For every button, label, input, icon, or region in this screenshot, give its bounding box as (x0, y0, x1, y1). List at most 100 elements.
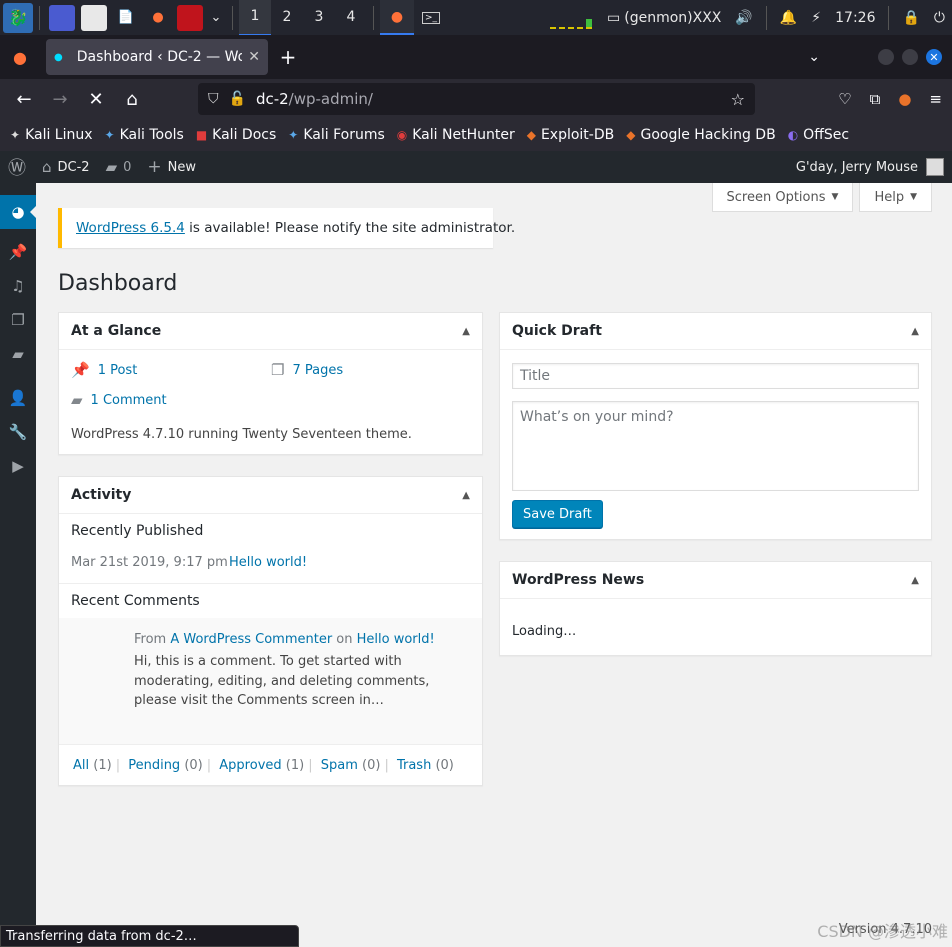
new-label: New (167, 159, 197, 175)
workspace-4[interactable]: 4 (335, 0, 367, 35)
media-menu-icon[interactable]: ♫ (0, 269, 36, 303)
forward-button[interactable]: → (42, 89, 78, 110)
file-manager-icon[interactable] (81, 4, 107, 31)
browser-tab-dashboard[interactable]: ● Dashboard ‹ DC-2 — WordPress ✕ (46, 39, 268, 75)
my-account-menu[interactable]: G'day, Jerry Mouse (796, 158, 952, 176)
comment-item: From A WordPress Commenter on Hello worl… (59, 618, 482, 744)
filter-spam-link[interactable]: Spam (321, 758, 358, 773)
bookmark-kali-docs[interactable]: ■ Kali Docs (196, 127, 276, 143)
wp-admin-sidebar: ◕ 📌 ♫ ❐ ▰ 👤 🔧 ▶ (0, 183, 36, 947)
tab-close-icon[interactable]: ✕ (248, 49, 260, 65)
genmon-widget[interactable]: ▭ (genmon)XXX (607, 10, 721, 26)
list-all-tabs-icon[interactable]: ⌄ (808, 49, 820, 65)
toggle-arrow-icon[interactable]: ▲ (911, 575, 919, 586)
widget-header[interactable]: At a Glance ▲ (59, 313, 482, 350)
posts-menu-icon[interactable]: 📌 (0, 235, 36, 269)
draft-content-textarea[interactable]: What’s on your mind? (512, 401, 919, 491)
glance-posts[interactable]: 📌 1 Post (71, 361, 137, 379)
back-button[interactable]: ← (6, 89, 42, 110)
widget-header[interactable]: Activity ▲ (59, 477, 482, 514)
power-manager-icon[interactable]: ⚡ (811, 10, 821, 26)
pocket-icon[interactable]: ♡ (838, 90, 851, 108)
comment-post-link[interactable]: Hello world! (357, 632, 435, 647)
bookmark-offsec[interactable]: ◐ OffSec (788, 127, 849, 143)
help-button[interactable]: Help ▼ (859, 183, 932, 212)
close-window-button[interactable]: ✕ (926, 49, 942, 65)
insecure-lock-icon[interactable]: 🔓 (229, 91, 246, 107)
draft-title-input[interactable]: Title (512, 363, 919, 389)
bookmark-kali-forums[interactable]: ✦ Kali Forums (288, 127, 385, 143)
filter-all-link[interactable]: All (73, 758, 89, 773)
bookmark-star-icon[interactable]: ☆ (731, 90, 745, 109)
comment-author-link[interactable]: A WordPress Commenter (170, 632, 332, 647)
bookmark-kali-linux[interactable]: ✦ Kali Linux (10, 127, 93, 143)
toggle-arrow-icon[interactable]: ▲ (911, 326, 919, 337)
activity-widget: Activity ▲ Recently Published Mar 21st 20… (58, 476, 483, 786)
bookmark-exploit-db[interactable]: ◆ Exploit-DB (527, 127, 615, 143)
terminal-window-button[interactable]: >_ (414, 0, 448, 35)
logout-icon[interactable]: ⏻ (934, 10, 945, 26)
screen-options-button[interactable]: Screen Options ▼ (711, 183, 854, 212)
post-link[interactable]: Hello world! (229, 555, 307, 570)
home-icon: ⌂ (42, 158, 52, 176)
widget-header[interactable]: WordPress News ▲ (500, 562, 931, 599)
divider (59, 744, 482, 745)
widget-header[interactable]: Quick Draft ▲ (500, 313, 931, 350)
post-date: Mar 21st 2019, 9:17 pm (71, 555, 228, 570)
firefox-window-button[interactable]: ● (380, 0, 414, 35)
workspace-2[interactable]: 2 (271, 0, 303, 35)
notification-bell-icon[interactable]: 🔔 (780, 10, 797, 26)
stop-loading-button[interactable]: ✕ (78, 89, 114, 110)
new-content-menu[interactable]: + New (139, 151, 204, 183)
kali-menu-icon[interactable]: 🐉 (3, 2, 33, 33)
bookmark-kali-nethunter[interactable]: ◉ Kali NetHunter (397, 127, 515, 143)
url-bar[interactable]: ⛉ 🔓 dc-2/wp-admin/ ☆ (198, 83, 755, 115)
hamburger-menu-icon[interactable]: ≡ (929, 90, 942, 108)
tools-menu-icon[interactable]: 🔧 (0, 415, 36, 449)
minimize-window-button[interactable] (878, 49, 894, 65)
volume-icon[interactable]: 🔊 (735, 10, 752, 26)
glance-comments[interactable]: ▰ 1 Comment (71, 391, 167, 409)
filter-trash-link[interactable]: Trash (397, 758, 431, 773)
comments-menu[interactable]: ▰ 0 (98, 151, 140, 183)
maximize-window-button[interactable] (902, 49, 918, 65)
dashboard-menu-icon[interactable]: ◕ (0, 195, 36, 229)
collapse-menu-icon[interactable]: ▶ (0, 449, 36, 483)
terminal-launcher-icon[interactable] (177, 4, 203, 31)
workspace-3[interactable]: 3 (303, 0, 335, 35)
clock[interactable]: 17:26 (835, 10, 875, 26)
home-button[interactable]: ⌂ (114, 89, 150, 110)
lock-icon[interactable]: 🔒 (902, 10, 919, 26)
new-tab-button[interactable]: + (268, 45, 308, 69)
workspace-1[interactable]: 1 (239, 0, 271, 36)
comments-menu-icon[interactable]: ▰ (0, 337, 36, 371)
filter-approved-link[interactable]: Approved (219, 758, 281, 773)
firefox-view-icon[interactable]: ● (0, 48, 40, 67)
bookmark-google-hacking-db[interactable]: ◆ Google Hacking DB (626, 127, 775, 143)
site-name-menu[interactable]: ⌂ DC-2 (34, 151, 98, 183)
pages-menu-icon[interactable]: ❐ (0, 303, 36, 337)
chevron-down-icon[interactable]: ⌄ (209, 5, 223, 31)
caret-down-icon: ▼ (910, 192, 917, 202)
toggle-arrow-icon[interactable]: ▲ (462, 490, 470, 501)
show-desktop-icon[interactable] (49, 4, 75, 31)
filter-pending-link[interactable]: Pending (128, 758, 180, 773)
site-name: DC-2 (57, 159, 90, 175)
text-editor-icon[interactable]: 📄 (113, 5, 139, 31)
glance-pages[interactable]: ❐ 7 Pages (271, 361, 343, 379)
terminal-icon: >_ (421, 11, 441, 24)
pages-count-link[interactable]: 7 Pages (292, 363, 343, 378)
shield-icon[interactable]: ⛉ (208, 91, 219, 107)
bookmark-kali-tools[interactable]: ✦ Kali Tools (105, 127, 184, 143)
comments-count: 0 (123, 159, 132, 175)
account-icon[interactable]: ● (898, 90, 911, 108)
wp-logo-menu[interactable]: Ⓦ (0, 151, 34, 183)
save-draft-button[interactable]: Save Draft (512, 500, 603, 528)
firefox-launcher-icon[interactable]: ● (145, 5, 171, 31)
posts-count-link[interactable]: 1 Post (98, 363, 138, 378)
profile-menu-icon[interactable]: 👤 (0, 381, 36, 415)
update-version-link[interactable]: WordPress 6.5.4 (76, 220, 185, 236)
comments-count-link[interactable]: 1 Comment (91, 393, 167, 408)
extensions-icon[interactable]: ⧉ (870, 90, 881, 108)
toggle-arrow-icon[interactable]: ▲ (462, 326, 470, 337)
